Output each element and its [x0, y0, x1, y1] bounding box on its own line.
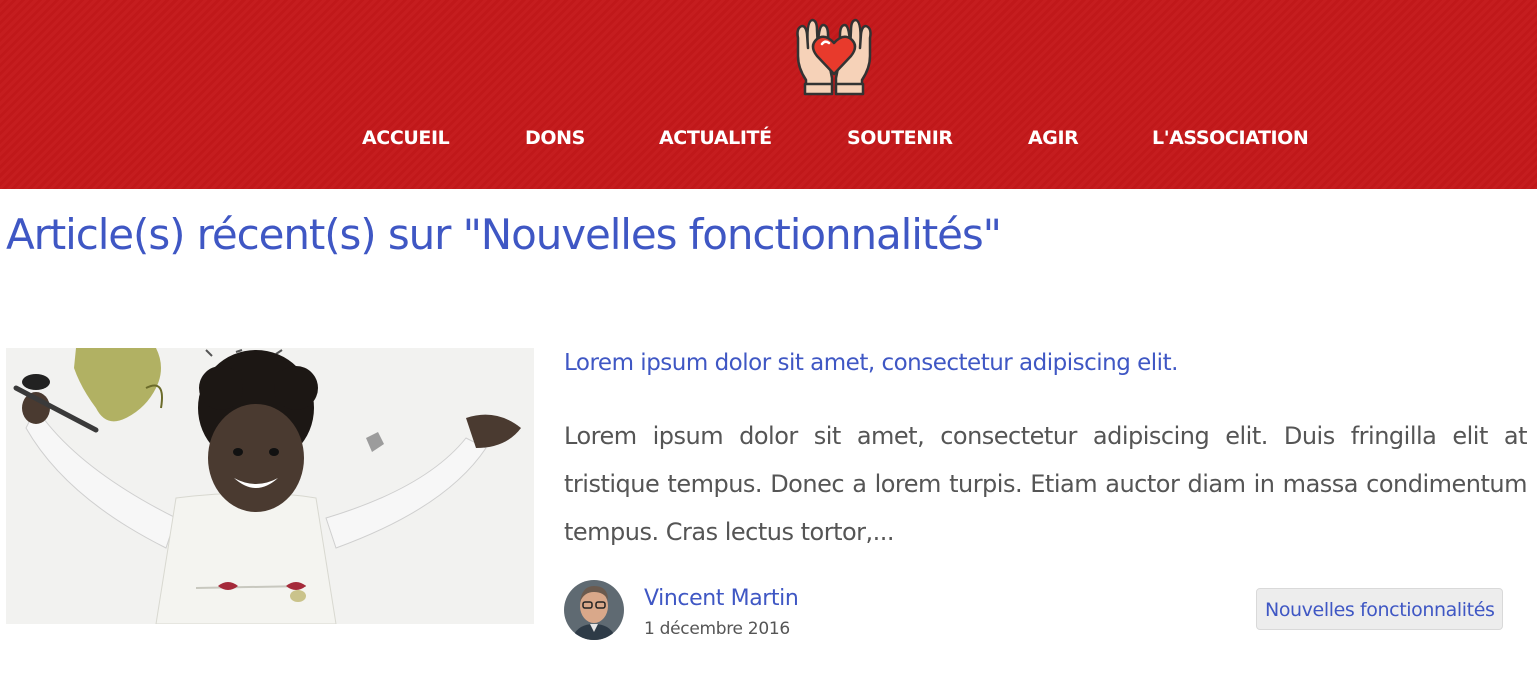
post-thumbnail[interactable] [6, 348, 534, 624]
category-tag[interactable]: Nouvelles fonctionnalités [1256, 588, 1504, 630]
main-nav: ACCUEIL DONS ACTUALITÉ SOUTENIR AGIR L'A… [0, 127, 1537, 155]
nav-item-soutenir[interactable]: SOUTENIR [847, 127, 953, 149]
nav-item-actualite[interactable]: ACTUALITÉ [659, 127, 772, 149]
nav-item-dons[interactable]: DONS [525, 127, 585, 149]
author-avatar[interactable] [564, 580, 624, 640]
nav-item-accueil[interactable]: ACCUEIL [362, 127, 450, 149]
post-title-link[interactable]: Lorem ipsum dolor sit amet, consectetur … [564, 350, 1178, 376]
hands-holding-heart-icon[interactable] [792, 8, 876, 96]
post-excerpt: Lorem ipsum dolor sit amet, consectetur … [564, 422, 1528, 546]
nav-item-agir[interactable]: AGIR [1028, 127, 1079, 149]
site-header: ACCUEIL DONS ACTUALITÉ SOUTENIR AGIR L'A… [0, 0, 1537, 189]
page-title: Article(s) récent(s) sur "Nouvelles fonc… [6, 210, 1002, 259]
nav-item-association[interactable]: L'ASSOCIATION [1152, 127, 1309, 149]
post-date: 1 décembre 2016 [644, 619, 790, 639]
author-name-link[interactable]: Vincent Martin [644, 586, 799, 611]
